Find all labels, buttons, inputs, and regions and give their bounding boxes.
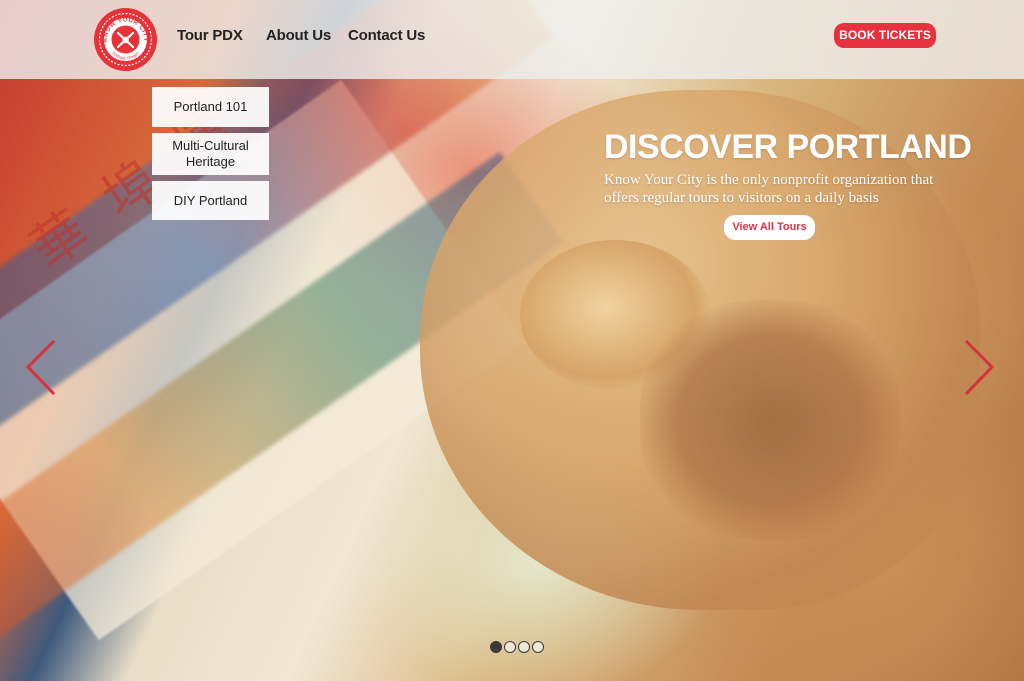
chevron-right-icon: [964, 339, 995, 396]
hero-title: DISCOVER PORTLAND: [604, 128, 972, 166]
hero-description: Know Your City is the only nonprofit org…: [604, 172, 934, 206]
header-bar: KNOW YOUR CITY Portland, Oregon Tour PDX…: [0, 0, 1024, 79]
nav-tour-pdx[interactable]: Tour PDX: [177, 27, 243, 44]
dropdown-item-diy-portland[interactable]: DIY Portland: [152, 181, 269, 220]
slider-dot[interactable]: [490, 641, 502, 653]
lion-statue-mouth: [640, 300, 900, 540]
dropdown-item-portland-101[interactable]: Portland 101: [152, 87, 269, 127]
slider-pagination: [490, 641, 550, 655]
dropdown-item-label: Multi-Cultural Heritage: [172, 138, 249, 169]
slider-dot[interactable]: [504, 641, 516, 653]
logo-badge-icon: KNOW YOUR CITY Portland, Oregon: [98, 12, 153, 67]
slider-dot[interactable]: [532, 641, 544, 653]
view-all-tours-button[interactable]: View All Tours: [724, 215, 815, 240]
book-tickets-button[interactable]: BOOK TICKETS: [834, 23, 936, 48]
nav-about-us[interactable]: About Us: [266, 27, 331, 44]
slider-prev-button[interactable]: [24, 338, 58, 398]
slider-next-button[interactable]: [962, 338, 996, 398]
nav-contact-us[interactable]: Contact Us: [348, 27, 425, 44]
chevron-left-icon: [25, 339, 56, 396]
dropdown-item-multi-cultural-heritage[interactable]: Multi-Cultural Heritage: [152, 133, 269, 175]
logo[interactable]: KNOW YOUR CITY Portland, Oregon: [96, 10, 155, 69]
slider-dot[interactable]: [518, 641, 530, 653]
dropdown-item-label: DIY Portland: [173, 192, 248, 208]
dropdown-item-label: Portland 101: [173, 99, 248, 114]
